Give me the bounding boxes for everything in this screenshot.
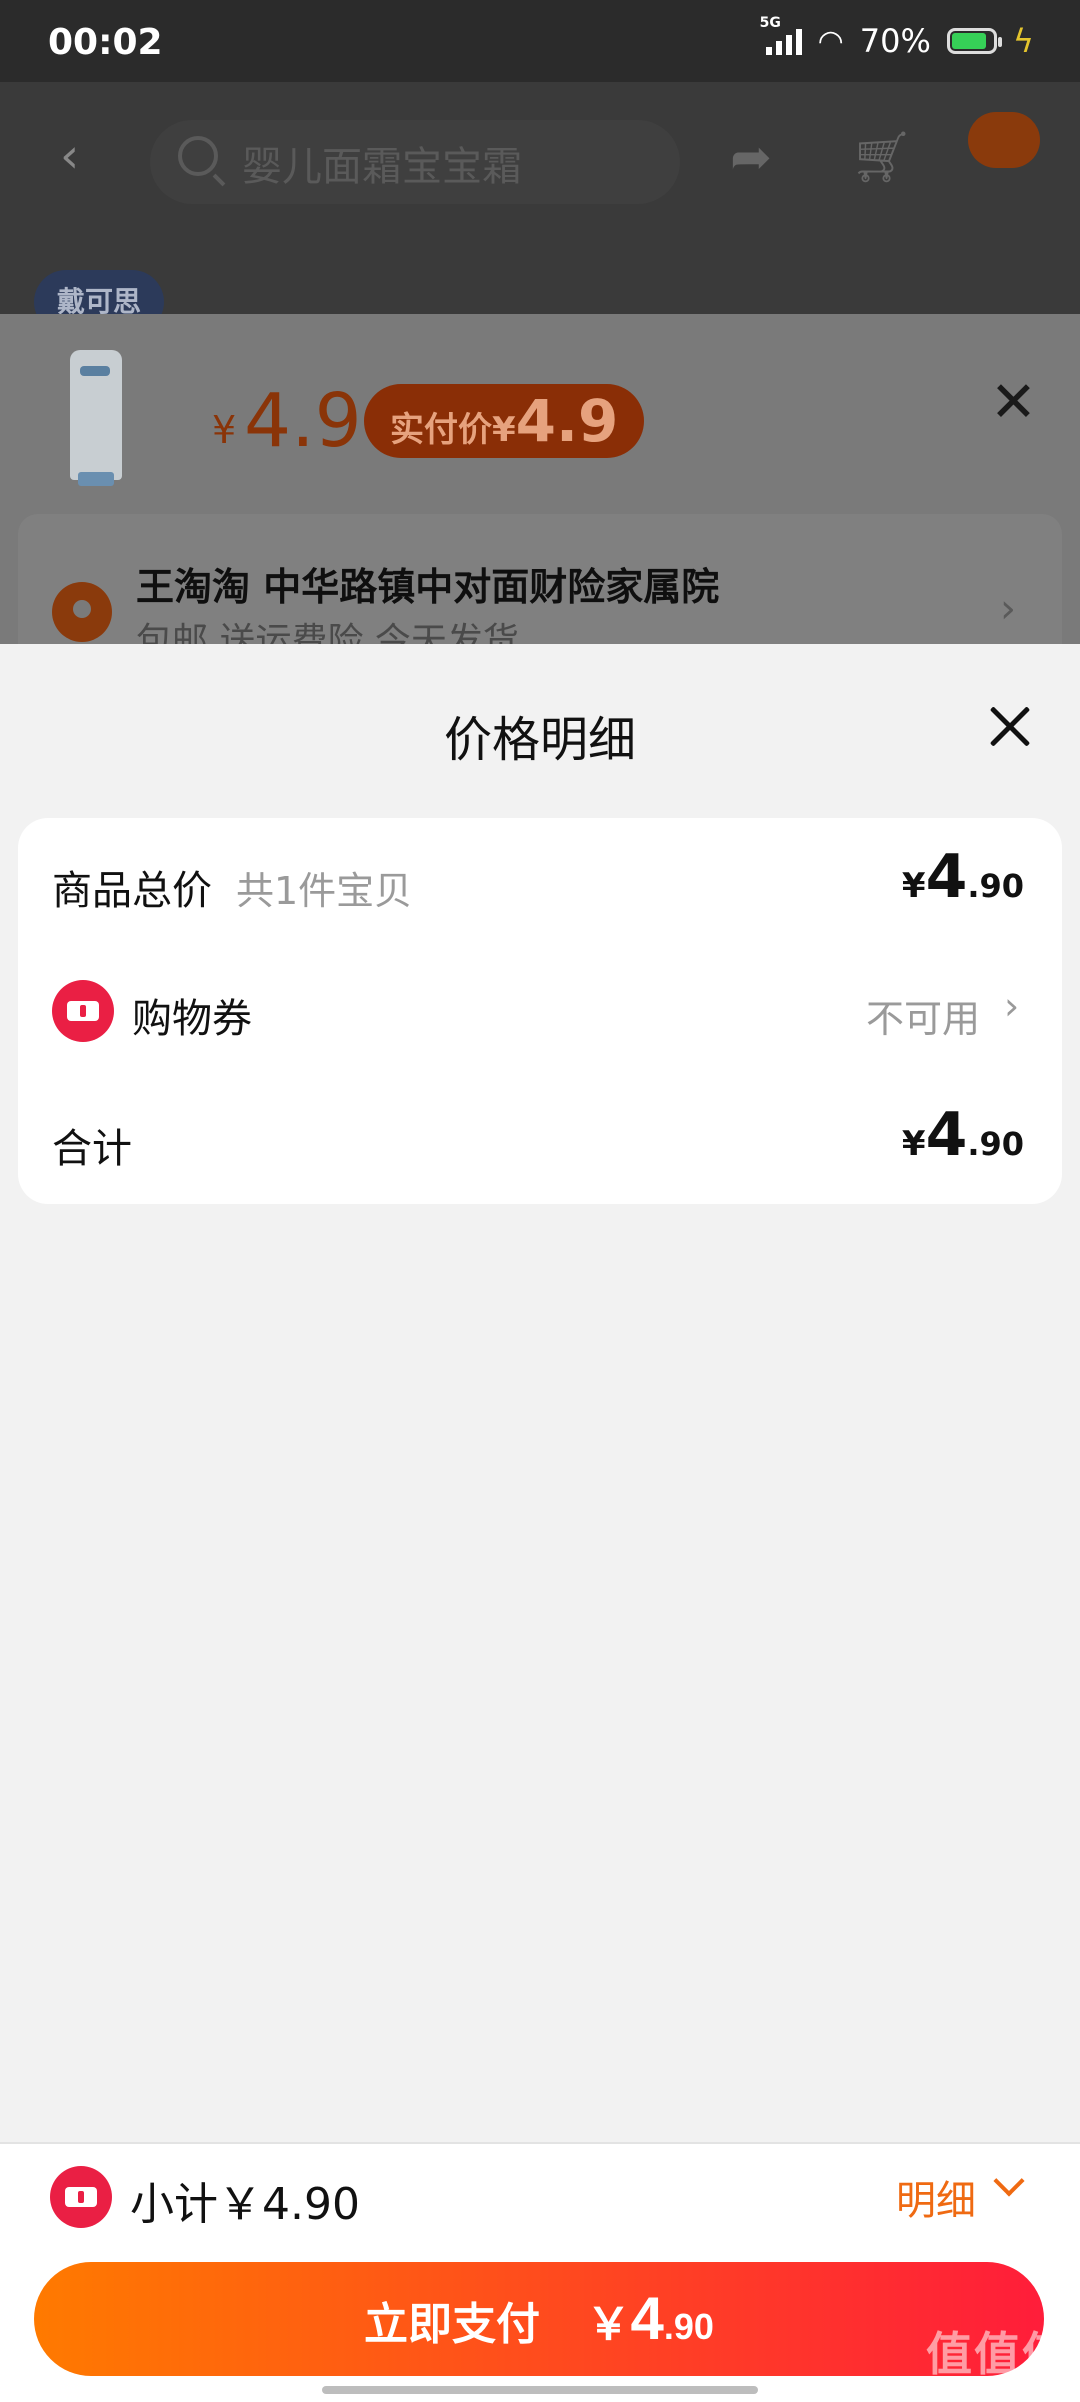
pay-int: 4 (630, 2285, 664, 2352)
paid-price-label: 实付价 (390, 410, 492, 450)
paid-price-badge: 实付价¥4.9 (364, 384, 645, 458)
status-time: 00:02 (48, 22, 163, 63)
search-text: 婴儿面霜宝宝霜 (242, 144, 522, 190)
chevron-right-icon: › (1000, 586, 1016, 632)
total-price-dec: .90 (967, 867, 1024, 905)
price-currency: ¥ (212, 408, 237, 452)
wifi-icon: ◠ (817, 23, 844, 59)
message-icon[interactable] (968, 112, 1040, 168)
charging-icon: ϟ (1012, 22, 1034, 60)
search-input[interactable]: 婴儿面霜宝宝霜 (150, 120, 680, 204)
chevron-right-icon: › (1004, 984, 1020, 1028)
sum-currency: ¥ (901, 1124, 926, 1164)
sum-int: 4 (925, 1100, 968, 1170)
coupon-label: 购物券 (132, 996, 252, 1042)
pay-dec: .90 (663, 2306, 714, 2347)
item-count: 共1件宝贝 (236, 869, 413, 913)
network-type: 5G (759, 15, 781, 31)
coupon-icon (52, 980, 114, 1042)
total-price-amount: ¥4.90 (902, 842, 1024, 912)
address-title: 王淘淘 中华路镇中对面财险家属院 (136, 565, 720, 609)
cellular-signal-icon: 5G (760, 15, 802, 55)
watermark: 值值值 (926, 2327, 1070, 2381)
product-thumbnail (28, 340, 168, 490)
home-indicator[interactable] (322, 2386, 758, 2394)
pay-currency: ￥ (586, 2300, 631, 2349)
location-pin-icon (52, 582, 112, 642)
chevron-down-icon[interactable] (990, 2166, 1030, 2206)
paid-price-currency: ¥ (492, 410, 516, 450)
pay-label: 立即支付 (364, 2300, 541, 2349)
pay-now-button[interactable]: 立即支付 ￥4.90 (34, 2262, 1044, 2376)
share-icon[interactable]: ➦ (730, 128, 772, 186)
paid-price-value: 4.9 (515, 387, 619, 455)
watermark-url: zhizhizhi.com (928, 2376, 1037, 2395)
battery-icon (946, 28, 1002, 54)
sum-dec: .90 (967, 1125, 1024, 1163)
detail-toggle[interactable]: 明细 (896, 2168, 976, 2226)
battery-percent: 70% (859, 22, 931, 60)
cart-icon[interactable]: 🛒︎ (850, 128, 913, 187)
sum-label: 合计 (52, 1126, 132, 1172)
total-price-label: 商品总价 (52, 868, 212, 914)
search-icon (178, 136, 218, 176)
status-bar: 00:02 5G ◠ 70% ϟ (0, 0, 1080, 82)
coupon-icon (50, 2166, 112, 2228)
subtotal-text: 小计￥4.90 (130, 2179, 360, 2230)
sum-amount: ¥4.90 (902, 1100, 1024, 1170)
coupon-status: 不可用 (866, 997, 981, 1041)
sheet-title: 价格明细 (443, 712, 636, 768)
product-price: 4.9 (244, 378, 362, 464)
total-price-int: 4 (925, 842, 968, 912)
close-icon[interactable]: ✕ (990, 370, 1037, 435)
sheet-close-icon[interactable] (986, 702, 1034, 750)
back-icon[interactable]: ‹ (60, 128, 100, 184)
status-icons: 5G ◠ 70% ϟ (760, 15, 1034, 60)
total-price-currency: ¥ (901, 866, 926, 906)
